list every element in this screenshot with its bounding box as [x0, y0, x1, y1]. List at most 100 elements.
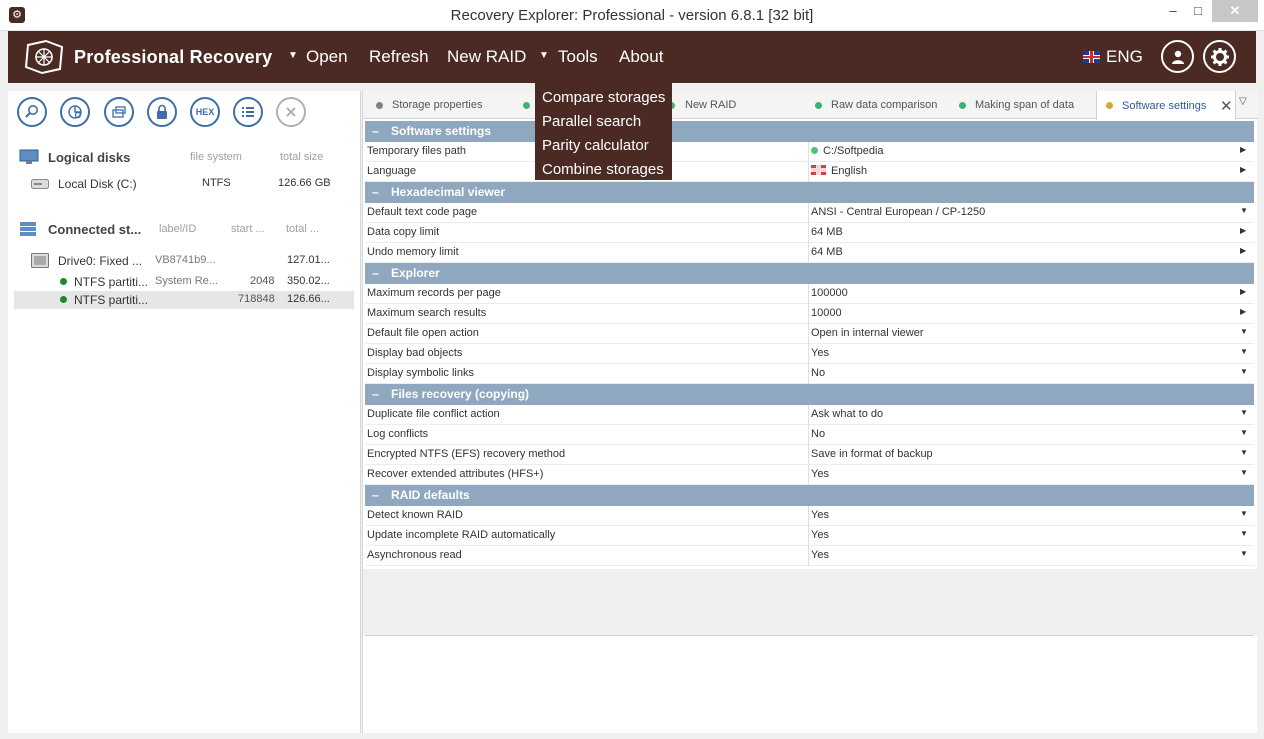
setting-value[interactable]: ANSI - Central European / CP-1250: [811, 206, 985, 218]
expand-arrow-icon[interactable]: ▶: [1240, 307, 1246, 316]
setting-value[interactable]: Yes: [811, 549, 829, 561]
drive-row[interactable]: Drive0: Fixed ... VB8741b9... 127.01...: [14, 252, 354, 270]
setting-row[interactable]: Asynchronous read Yes ▼: [365, 546, 1254, 566]
setting-row[interactable]: Update incomplete RAID automatically Yes ▼: [365, 526, 1254, 546]
setting-value[interactable]: No: [811, 428, 825, 440]
lock-button[interactable]: [147, 97, 177, 127]
setting-row[interactable]: Display bad objects Yes ▼: [365, 344, 1254, 364]
dropdown-arrow-icon[interactable]: ▼: [1240, 428, 1248, 437]
tab-new-raid[interactable]: New RAID: [668, 91, 736, 119]
tabs-overflow-icon[interactable]: ▽: [1239, 96, 1247, 107]
menu-item-parity-calculator[interactable]: Parity calculator: [535, 134, 672, 158]
scan-button[interactable]: [60, 97, 90, 127]
user-account-button[interactable]: [1161, 40, 1194, 73]
menu-open[interactable]: Open: [306, 47, 348, 67]
setting-value[interactable]: 10000: [811, 307, 842, 319]
dropdown-arrow-icon[interactable]: ▼: [1240, 529, 1248, 538]
expand-arrow-icon[interactable]: ▶: [1240, 145, 1246, 154]
setting-row[interactable]: Temporary files path C:/Softpedia ▶: [365, 142, 1254, 162]
search-button[interactable]: [17, 97, 47, 127]
setting-value[interactable]: 100000: [811, 287, 848, 299]
setting-value[interactable]: 64 MB: [811, 226, 843, 238]
setting-value[interactable]: No: [811, 367, 825, 379]
setting-value[interactable]: Save in format of backup: [811, 448, 933, 460]
expand-arrow-icon[interactable]: ▶: [1240, 165, 1246, 174]
setting-row[interactable]: Detect known RAID Yes ▼: [365, 506, 1254, 526]
menu-new-raid[interactable]: New RAID: [447, 47, 526, 67]
setting-value[interactable]: Ask what to do: [811, 408, 883, 420]
setting-row[interactable]: Display symbolic links No ▼: [365, 364, 1254, 384]
tab-storage-properties[interactable]: Storage properties: [376, 91, 483, 119]
setting-row[interactable]: Language English ▶: [365, 162, 1254, 182]
tab-making-span[interactable]: Making span of data: [959, 91, 1074, 119]
col-total[interactable]: total ...: [286, 223, 319, 235]
list-view-button[interactable]: [233, 97, 263, 127]
dropdown-arrow-icon[interactable]: ▼: [1240, 327, 1248, 336]
settings-group-header[interactable]: – Explorer: [365, 263, 1254, 284]
setting-row[interactable]: Duplicate file conflict action Ask what t…: [365, 405, 1254, 425]
tab-software-settings[interactable]: Software settings: [1096, 91, 1236, 120]
dropdown-arrow-icon[interactable]: ▼: [1240, 408, 1248, 417]
dropdown-arrow-icon[interactable]: ▼: [1240, 206, 1248, 215]
setting-row[interactable]: Data copy limit 64 MB ▶: [365, 223, 1254, 243]
dropdown-arrow-icon[interactable]: ▼: [1240, 509, 1248, 518]
logical-disk-row[interactable]: Local Disk (C:) NTFS 126.66 GB: [14, 175, 354, 193]
menu-about[interactable]: About: [619, 47, 663, 67]
collapse-icon[interactable]: –: [372, 485, 379, 506]
settings-group-header[interactable]: – Software settings: [365, 121, 1254, 142]
setting-value[interactable]: C:/Softpedia: [811, 145, 884, 157]
tab-raw-data-comparison[interactable]: Raw data comparison: [815, 91, 937, 119]
dropdown-arrow-icon[interactable]: ▼: [1240, 367, 1248, 376]
setting-row[interactable]: Default text code page ANSI - Central Eur…: [365, 203, 1254, 223]
setting-row[interactable]: Recover extended attributes (HFS+) Yes ▼: [365, 465, 1254, 485]
setting-value[interactable]: Yes: [811, 529, 829, 541]
expand-arrow-icon[interactable]: ▶: [1240, 246, 1246, 255]
language-selector[interactable]: ENG: [1083, 47, 1143, 67]
expand-arrow-icon[interactable]: ▶: [1240, 226, 1246, 235]
setting-row[interactable]: Encrypted NTFS (EFS) recovery method Save…: [365, 445, 1254, 465]
remove-button[interactable]: [276, 97, 306, 127]
setting-row[interactable]: Log conflicts No ▼: [365, 425, 1254, 445]
setting-value[interactable]: Yes: [811, 468, 829, 480]
dropdown-arrow-icon[interactable]: ▼: [1240, 347, 1248, 356]
collapse-icon[interactable]: –: [372, 384, 379, 405]
col-start[interactable]: start ...: [231, 223, 265, 235]
settings-button[interactable]: [1203, 40, 1236, 73]
settings-group-header[interactable]: – Files recovery (copying): [365, 384, 1254, 405]
settings-group-header[interactable]: – Hexadecimal viewer: [365, 182, 1254, 203]
settings-group-header[interactable]: – RAID defaults: [365, 485, 1254, 506]
setting-row[interactable]: Default file open action Open in internal…: [365, 324, 1254, 344]
dropdown-arrow-icon[interactable]: ▼: [1240, 448, 1248, 457]
setting-value[interactable]: Yes: [811, 347, 829, 359]
expand-arrow-icon[interactable]: ▶: [1240, 287, 1246, 296]
setting-value[interactable]: 64 MB: [811, 246, 843, 258]
hex-viewer-button[interactable]: HEX: [190, 97, 220, 127]
open-dropdown-icon[interactable]: ▼: [288, 50, 298, 61]
menu-refresh[interactable]: Refresh: [369, 47, 429, 67]
collapse-icon[interactable]: –: [372, 121, 379, 142]
setting-row[interactable]: Undo memory limit 64 MB ▶: [365, 243, 1254, 263]
setting-row[interactable]: Maximum records per page 100000 ▶: [365, 284, 1254, 304]
image-disk-button[interactable]: [104, 97, 134, 127]
col-label-id[interactable]: label/ID: [159, 223, 196, 235]
maximize-button[interactable]: □: [1188, 0, 1208, 22]
menu-item-parallel-search[interactable]: Parallel search: [535, 110, 672, 134]
menu-item-compare-storages[interactable]: Compare storages: [535, 86, 672, 110]
setting-value[interactable]: Yes: [811, 509, 829, 521]
setting-value[interactable]: English: [811, 165, 867, 177]
tools-dropdown-icon[interactable]: ▼: [539, 50, 549, 61]
close-button[interactable]: ✕: [1212, 0, 1258, 22]
partition-row[interactable]: NTFS partiti... System Re... 2048 350.02…: [14, 273, 354, 291]
partition-row-selected[interactable]: NTFS partiti... 718848 126.66...: [14, 291, 354, 309]
minimize-button[interactable]: –: [1163, 0, 1183, 22]
dropdown-arrow-icon[interactable]: ▼: [1240, 549, 1248, 558]
menu-tools[interactable]: Tools: [558, 47, 598, 67]
dropdown-arrow-icon[interactable]: ▼: [1240, 468, 1248, 477]
close-tab-icon[interactable]: ✕: [1220, 97, 1233, 115]
collapse-icon[interactable]: –: [372, 263, 379, 284]
collapse-icon[interactable]: –: [372, 182, 379, 203]
setting-value[interactable]: Open in internal viewer: [811, 327, 924, 339]
col-total-size[interactable]: total size: [280, 151, 323, 163]
menu-item-combine-storages[interactable]: Combine storages: [535, 158, 672, 182]
col-file-system[interactable]: file system: [190, 151, 242, 163]
